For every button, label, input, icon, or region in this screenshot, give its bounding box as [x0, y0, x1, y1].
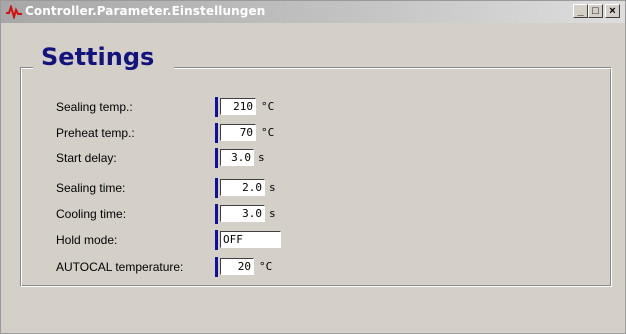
hold-mode-field[interactable]: OFF: [220, 231, 281, 248]
preheat-temp-unit: °C: [261, 126, 275, 139]
field-marker: [215, 97, 218, 117]
field-marker: [215, 148, 218, 168]
sealing-temp-unit: °C: [261, 100, 275, 113]
sealing-time-field[interactable]: 2.0: [220, 179, 265, 196]
app-waveform-icon: [6, 5, 22, 19]
start-delay-field[interactable]: 3.0: [220, 149, 254, 166]
window-title: Controller.Parameter.Einstellungen: [25, 4, 266, 18]
cooling-time-field[interactable]: 3.0: [220, 205, 265, 222]
preheat-temp-label: Preheat temp.:: [56, 126, 135, 140]
field-marker: [215, 123, 218, 143]
preheat-temp-field[interactable]: 70: [220, 124, 256, 141]
hold-mode-label: Hold mode:: [56, 233, 118, 247]
autocal-temp-field[interactable]: 20: [220, 258, 254, 275]
field-marker: [215, 230, 218, 250]
field-marker: [215, 257, 218, 277]
field-marker: [215, 178, 218, 198]
minimize-button[interactable]: _: [573, 4, 588, 18]
autocal-temp-label: AUTOCAL temperature:: [56, 260, 184, 274]
maximize-button[interactable]: □: [588, 4, 603, 18]
autocal-temp-unit: °C: [259, 260, 273, 273]
close-button[interactable]: ×: [605, 4, 620, 18]
cooling-time-unit: s: [269, 207, 276, 220]
title-bar[interactable]: Controller.Parameter.Einstellungen _ □ ×: [1, 1, 625, 23]
sealing-time-label: Sealing time:: [56, 181, 126, 195]
sealing-temp-label: Sealing temp.:: [56, 100, 133, 114]
settings-window: Controller.Parameter.Einstellungen _ □ ×…: [0, 0, 626, 334]
start-delay-label: Start delay:: [56, 151, 117, 165]
sealing-temp-field[interactable]: 210: [220, 98, 256, 115]
settings-title: Settings: [33, 43, 175, 71]
cooling-time-label: Cooling time:: [56, 207, 127, 221]
start-delay-unit: s: [258, 151, 265, 164]
sealing-time-unit: s: [269, 181, 276, 194]
field-marker: [215, 204, 218, 224]
